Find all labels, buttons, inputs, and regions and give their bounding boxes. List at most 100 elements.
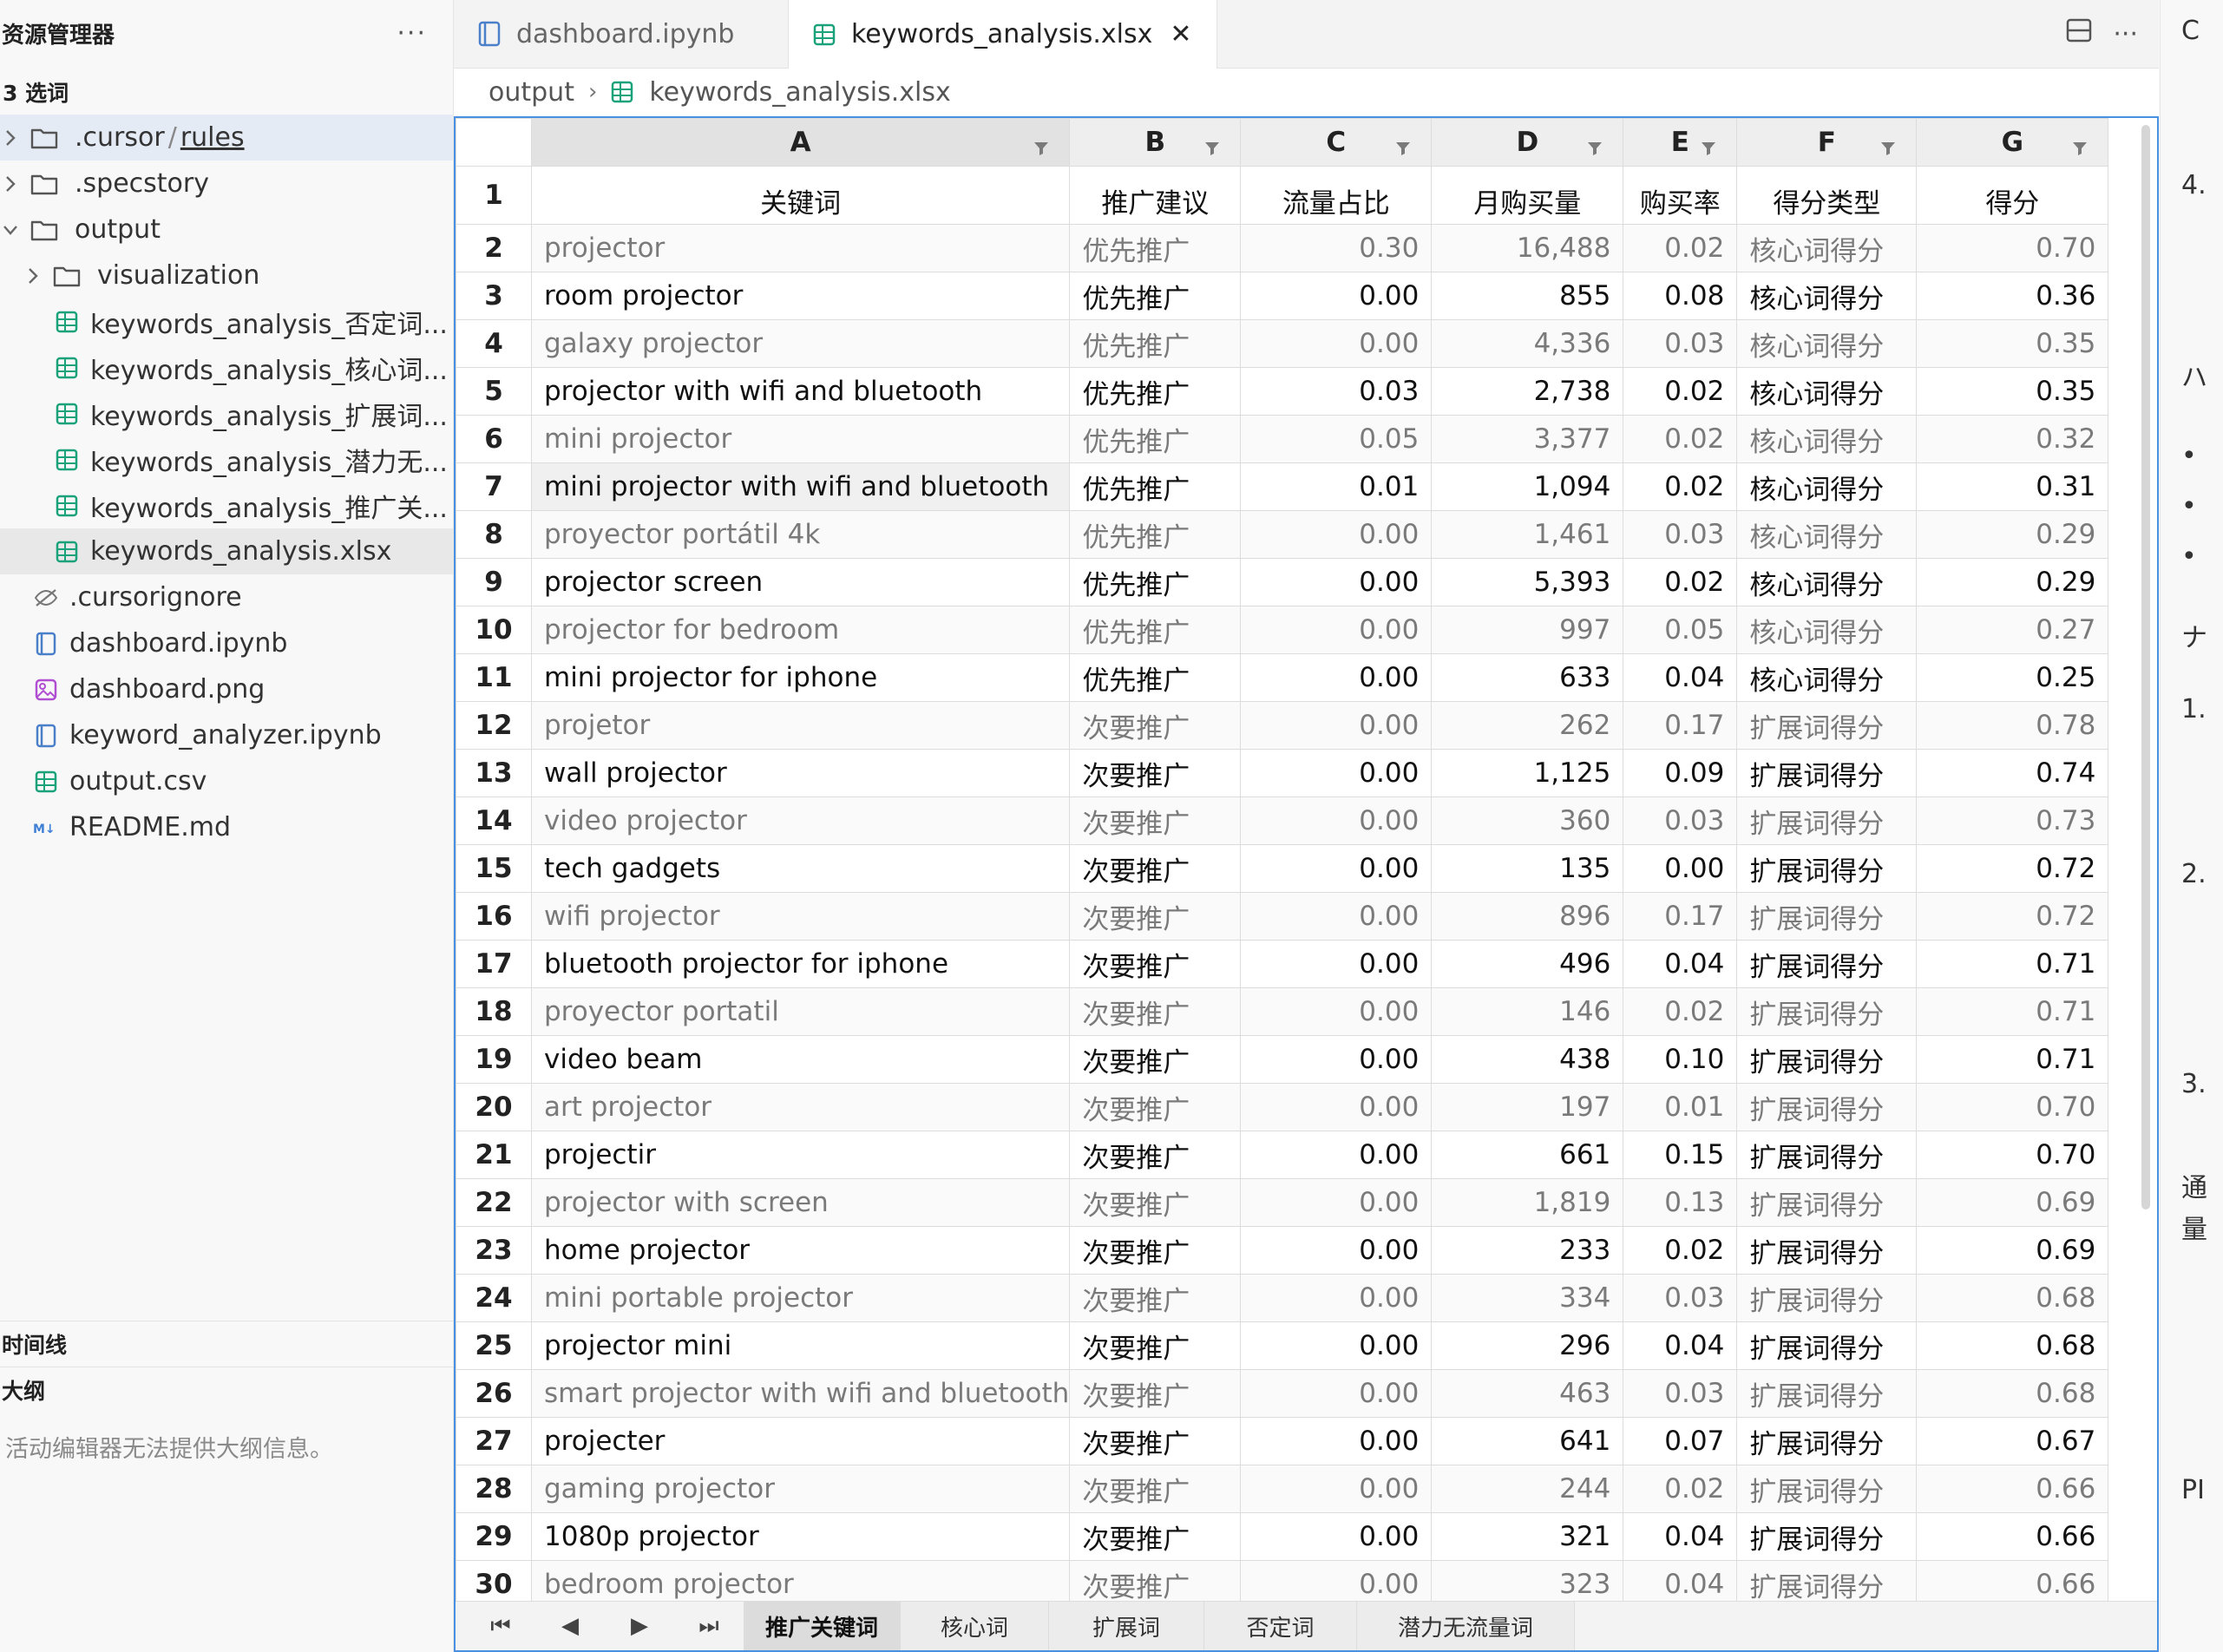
table-cell[interactable]: 0.72 (1916, 844, 2109, 893)
table-cell[interactable]: wifi projector (530, 892, 1071, 941)
table-cell[interactable]: 0.68 (1916, 1321, 2109, 1370)
table-cell[interactable]: 0.00 (1240, 653, 1433, 702)
table-cell[interactable]: 扩展词得分 (1736, 1178, 1918, 1227)
tree-folder[interactable]: visualization (0, 252, 453, 298)
table-cell[interactable]: 0.07 (1623, 1417, 1738, 1465)
table-cell[interactable]: 0.05 (1623, 606, 1738, 654)
header-cell[interactable]: 得分 (1916, 166, 2109, 225)
table-cell[interactable]: 0.02 (1623, 462, 1738, 511)
table-cell[interactable]: 核心词得分 (1736, 415, 1918, 463)
table-cell[interactable]: projectir (530, 1131, 1071, 1179)
table-cell[interactable]: 463 (1431, 1369, 1624, 1418)
table-cell[interactable]: 641 (1431, 1417, 1624, 1465)
table-cell[interactable]: 0.71 (1916, 1035, 2109, 1084)
table-cell[interactable]: 4,336 (1431, 319, 1624, 368)
table-cell[interactable]: 扩展词得分 (1736, 701, 1918, 750)
more-actions-icon[interactable]: ··· (2113, 19, 2138, 49)
table-cell[interactable]: 197 (1431, 1083, 1624, 1131)
table-cell[interactable]: 扩展词得分 (1736, 844, 1918, 893)
table-cell[interactable]: 核心词得分 (1736, 653, 1918, 702)
table-cell[interactable]: 次要推广 (1069, 1417, 1242, 1465)
table-cell[interactable]: 0.35 (1916, 319, 2109, 368)
table-cell[interactable]: 次要推广 (1069, 1512, 1242, 1561)
row-header[interactable]: 11 (456, 653, 532, 702)
sheet-tab[interactable]: 扩展词 (1049, 1602, 1204, 1650)
breadcrumb-file[interactable]: keywords_analysis.xlsx (649, 77, 950, 108)
table-cell[interactable]: 扩展词得分 (1736, 1083, 1918, 1131)
header-cell[interactable]: 流量占比 (1240, 166, 1433, 225)
table-cell[interactable]: 0.00 (1240, 844, 1433, 893)
table-cell[interactable]: 0.00 (1240, 892, 1433, 941)
table-cell[interactable]: video projector (530, 796, 1071, 845)
table-cell[interactable]: 次要推广 (1069, 1083, 1242, 1131)
table-cell[interactable]: 0.31 (1916, 462, 2109, 511)
table-cell[interactable]: 3,377 (1431, 415, 1624, 463)
row-header[interactable]: 15 (456, 844, 532, 893)
table-cell[interactable]: 优先推广 (1069, 510, 1242, 559)
column-header-g[interactable]: G (1916, 118, 2109, 167)
table-cell[interactable]: 661 (1431, 1131, 1624, 1179)
table-cell[interactable]: 1,125 (1431, 749, 1624, 797)
header-cell[interactable]: 月购买量 (1431, 166, 1624, 225)
table-cell[interactable]: 0.00 (1240, 1274, 1433, 1322)
row-header[interactable]: 22 (456, 1178, 532, 1227)
table-cell[interactable]: 核心词得分 (1736, 558, 1918, 606)
header-cell[interactable]: 得分类型 (1736, 166, 1918, 225)
tree-folder[interactable]: .cursor / rules (0, 115, 453, 161)
table-cell[interactable]: 次要推广 (1069, 940, 1242, 988)
table-cell[interactable]: bluetooth projector for iphone (530, 940, 1071, 988)
table-cell[interactable]: 244 (1431, 1465, 1624, 1513)
table-cell[interactable]: 0.00 (1240, 940, 1433, 988)
tree-file[interactable]: keyword_analyzer.ipynb (0, 712, 453, 758)
table-cell[interactable]: 16,488 (1431, 224, 1624, 272)
tree-file[interactable]: keywords_analysis_推广关... (0, 482, 453, 528)
tree-file[interactable]: dashboard.ipynb (0, 620, 453, 666)
row-header[interactable]: 7 (456, 462, 532, 511)
header-cell[interactable]: 购买率 (1623, 166, 1738, 225)
table-cell[interactable]: 0.04 (1623, 940, 1738, 988)
table-cell[interactable]: 296 (1431, 1321, 1624, 1370)
chevron-right-icon[interactable] (24, 263, 42, 289)
sheet-tab[interactable]: 潜力无流量词 (1357, 1602, 1575, 1650)
tree-file[interactable]: output.csv (0, 758, 453, 804)
sheet-tab[interactable]: 否定词 (1204, 1602, 1357, 1650)
table-cell[interactable]: tech gadgets (530, 844, 1071, 893)
table-cell[interactable]: 997 (1431, 606, 1624, 654)
filter-icon[interactable] (2071, 133, 2089, 155)
table-cell[interactable]: 次要推广 (1069, 1226, 1242, 1275)
table-cell[interactable]: 0.09 (1623, 749, 1738, 797)
table-cell[interactable]: 0.02 (1623, 367, 1738, 416)
table-cell[interactable]: 0.03 (1623, 796, 1738, 845)
table-cell[interactable]: 0.66 (1916, 1512, 2109, 1561)
table-cell[interactable]: 次要推广 (1069, 1465, 1242, 1513)
table-cell[interactable]: 135 (1431, 844, 1624, 893)
first-sheet-icon[interactable]: ⏮ (466, 1613, 535, 1640)
table-cell[interactable]: art projector (530, 1083, 1071, 1131)
filter-icon[interactable] (1203, 133, 1221, 155)
table-cell[interactable]: 0.04 (1623, 1512, 1738, 1561)
row-header[interactable]: 25 (456, 1321, 532, 1370)
column-header-e[interactable]: E (1623, 118, 1738, 167)
table-cell[interactable]: 0.70 (1916, 224, 2109, 272)
table-cell[interactable]: 0.36 (1916, 272, 2109, 320)
table-cell[interactable]: projector (530, 224, 1071, 272)
table-cell[interactable]: 扩展词得分 (1736, 987, 1918, 1036)
filter-icon[interactable] (1879, 133, 1897, 155)
table-cell[interactable]: 0.15 (1623, 1131, 1738, 1179)
table-cell[interactable]: projector with wifi and bluetooth (530, 367, 1071, 416)
chevron-right-icon[interactable] (2, 171, 19, 197)
column-header-a[interactable]: A (530, 118, 1071, 167)
table-cell[interactable]: projecter (530, 1417, 1071, 1465)
table-cell[interactable]: 核心词得分 (1736, 319, 1918, 368)
table-cell[interactable]: 0.02 (1623, 558, 1738, 606)
table-cell[interactable]: 0.08 (1623, 272, 1738, 320)
table-cell[interactable]: 1,094 (1431, 462, 1624, 511)
table-cell[interactable]: mini projector for iphone (530, 653, 1071, 702)
filter-icon[interactable] (1700, 133, 1717, 155)
table-cell[interactable]: 0.00 (1240, 796, 1433, 845)
tree-folder[interactable]: output (0, 206, 453, 252)
table-cell[interactable]: 0.72 (1916, 892, 2109, 941)
table-cell[interactable]: 优先推广 (1069, 415, 1242, 463)
table-cell[interactable]: 核心词得分 (1736, 606, 1918, 654)
table-cell[interactable]: wall projector (530, 749, 1071, 797)
